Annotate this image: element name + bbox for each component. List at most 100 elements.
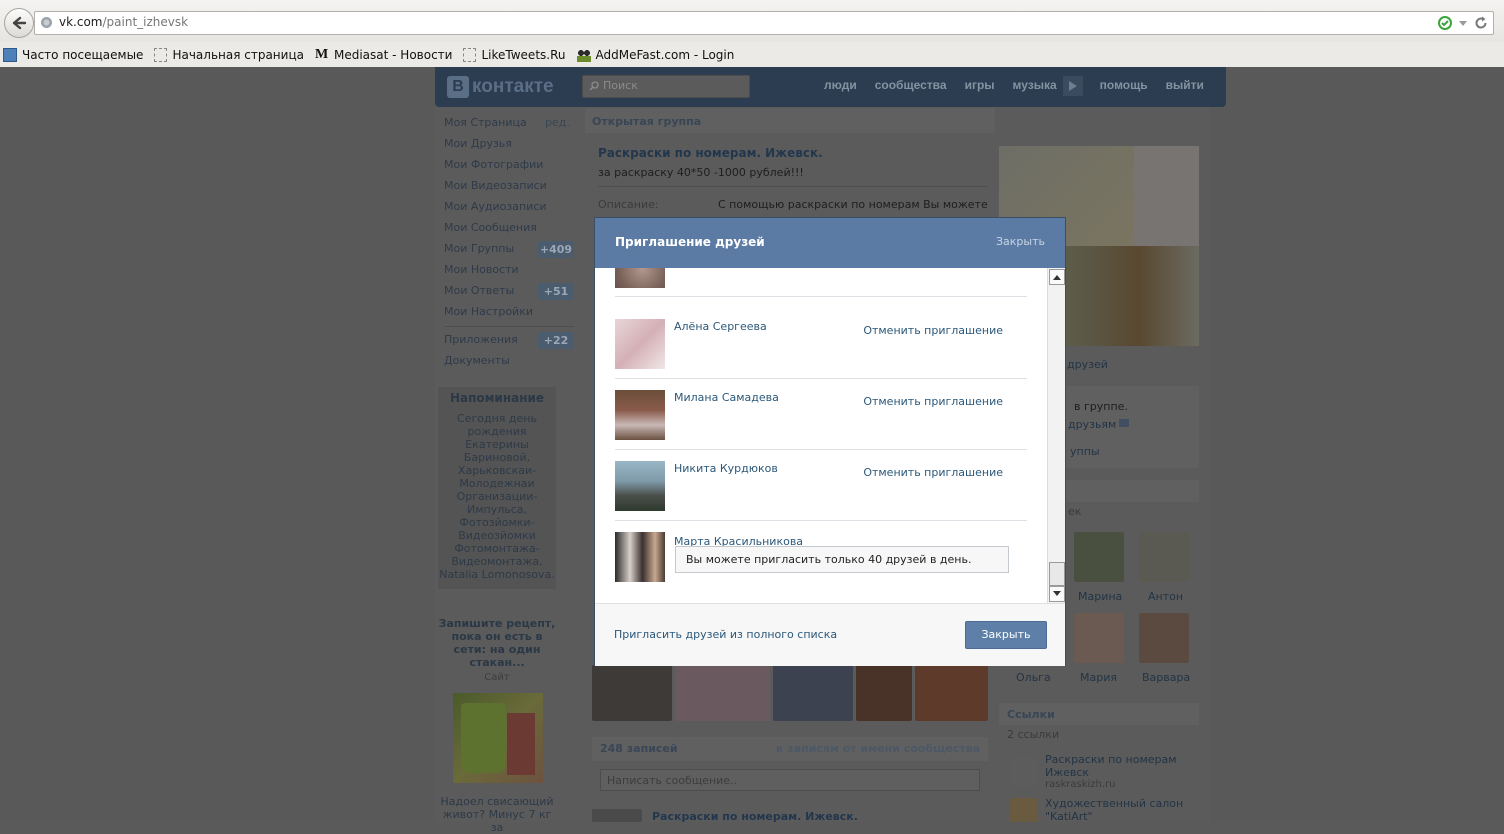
description-label: Описание: bbox=[598, 198, 659, 211]
album-photo[interactable] bbox=[592, 665, 672, 721]
member-avatar[interactable] bbox=[1074, 532, 1124, 582]
member-avatar[interactable] bbox=[1139, 532, 1189, 582]
posts-as-community-link[interactable]: к записям от имени сообщества bbox=[776, 742, 980, 755]
sidebar-my-audio[interactable]: Мои Аудиозаписи bbox=[444, 200, 547, 213]
sidebar-edit-link[interactable]: ред. bbox=[545, 116, 570, 129]
sidebar-my-videos[interactable]: Мои Видеозаписи bbox=[444, 179, 547, 192]
list-item: Милана Самадева Отменить приглашение bbox=[615, 379, 1027, 450]
album-photo[interactable] bbox=[675, 665, 770, 721]
reload-icon[interactable] bbox=[1473, 15, 1489, 31]
url-bar[interactable]: vk.com/paint_izhevsk bbox=[34, 11, 1494, 35]
dropdown-arrow-icon[interactable] bbox=[1458, 15, 1468, 31]
link-url: raskraskizh.ru bbox=[1045, 779, 1116, 790]
vk-logo[interactable]: В контакте bbox=[447, 75, 554, 99]
album-photo[interactable] bbox=[856, 665, 912, 721]
ad-image[interactable] bbox=[453, 693, 543, 783]
friend-avatar[interactable] bbox=[615, 461, 665, 511]
reminder-line: рождения bbox=[467, 425, 527, 438]
member-name[interactable]: Антон bbox=[1148, 590, 1183, 603]
post-avatar[interactable] bbox=[592, 809, 642, 822]
dialog-close-link[interactable]: Закрыть bbox=[996, 235, 1045, 248]
cancel-invite-button[interactable]: Отменить приглашение bbox=[863, 466, 1003, 479]
reminder-line: Екатерины bbox=[465, 438, 529, 451]
search-icon bbox=[589, 81, 599, 91]
scroll-thumb[interactable] bbox=[1049, 562, 1065, 586]
write-message-input[interactable]: Написать сообщение.. bbox=[600, 769, 980, 791]
bookmark-mediasat[interactable]: M Mediasat - Новости bbox=[312, 48, 452, 63]
reminder-line: Бариновой, bbox=[463, 451, 531, 464]
member-avatar[interactable] bbox=[1139, 613, 1189, 663]
back-button[interactable] bbox=[4, 8, 34, 38]
link-title-line2[interactable]: "KatiArt" bbox=[1045, 810, 1093, 823]
album-photo[interactable] bbox=[773, 665, 853, 721]
ad-title[interactable]: Запишите рецепт, пока он есть в сети: на о… bbox=[438, 617, 556, 669]
friends-list-scrollbar[interactable] bbox=[1047, 268, 1065, 603]
friend-name[interactable]: Никита Курдюков bbox=[674, 462, 778, 475]
group-type: Открытая группа bbox=[592, 115, 702, 128]
verified-check-icon bbox=[1437, 15, 1453, 31]
reminder-line: Импульса, bbox=[466, 503, 528, 516]
link-title[interactable]: Раскраски по номерам bbox=[1045, 753, 1177, 766]
groups-count-badge[interactable]: +409 bbox=[538, 241, 574, 258]
links-title: Ссылки bbox=[1007, 708, 1055, 721]
list-item bbox=[615, 268, 1027, 297]
sidebar-apps[interactable]: Приложения bbox=[444, 333, 518, 346]
bookmark-frequent[interactable]: Часто посещаемые bbox=[0, 48, 143, 62]
friend-avatar[interactable] bbox=[615, 268, 665, 288]
bookmark-addmefast[interactable]: AddMeFast.com - Login bbox=[574, 48, 734, 62]
url-text: vk.com/paint_izhevsk bbox=[59, 15, 188, 29]
ad-site-label[interactable]: Сайт bbox=[438, 672, 556, 683]
friend-avatar[interactable] bbox=[615, 319, 665, 369]
reminder-line: Организации- bbox=[456, 490, 538, 503]
sidebar-my-photos[interactable]: Мои Фотографии bbox=[444, 158, 543, 171]
link-title-line2[interactable]: Ижевск bbox=[1045, 766, 1089, 779]
friend-name[interactable]: Алёна Сергеева bbox=[674, 320, 767, 333]
member-avatar[interactable] bbox=[1074, 613, 1124, 663]
answers-count-badge[interactable]: +51 bbox=[538, 283, 574, 300]
scroll-up-button[interactable] bbox=[1049, 269, 1065, 285]
description-value: С помощью раскраски по номерам Вы можете bbox=[718, 198, 988, 211]
bookmark-liketweets[interactable]: LikeTweets.Ru bbox=[460, 48, 566, 62]
music-play-icon[interactable] bbox=[1062, 76, 1083, 96]
nav-music[interactable]: музыка bbox=[1004, 78, 1059, 96]
member-name[interactable]: Мария bbox=[1080, 671, 1117, 684]
vk-search-input[interactable]: Поиск bbox=[582, 75, 750, 98]
member-name[interactable]: Ольга bbox=[1016, 671, 1051, 684]
ad-title-line: стакан... bbox=[469, 656, 525, 669]
cancel-invite-button[interactable]: Отменить приглашение bbox=[863, 395, 1003, 408]
sidebar-my-groups[interactable]: Мои Группы bbox=[444, 242, 514, 255]
sidebar-my-messages[interactable]: Мои Сообщения bbox=[444, 221, 537, 234]
ad2-text[interactable]: Надоел свисающий живот? Минус 7 кг за bbox=[438, 795, 556, 834]
list-item: Марта Красильникова Вы можете пригласить… bbox=[615, 521, 1027, 591]
sidebar-my-news[interactable]: Мои Новости bbox=[444, 263, 519, 276]
post-author[interactable]: Раскраски по номерам. Ижевск. bbox=[652, 810, 858, 823]
member-name[interactable]: Варвара bbox=[1142, 671, 1190, 684]
sidebar-my-settings[interactable]: Мои Настройки bbox=[444, 305, 533, 318]
invite-friends-link[interactable]: друзей bbox=[1067, 358, 1108, 371]
friend-avatar[interactable] bbox=[615, 532, 665, 582]
nav-people[interactable]: люди bbox=[815, 78, 866, 96]
cancel-invite-button[interactable]: Отменить приглашение bbox=[863, 324, 1003, 337]
url-host: vk.com bbox=[59, 15, 103, 29]
apps-count-badge[interactable]: +22 bbox=[538, 332, 574, 349]
friend-avatar[interactable] bbox=[615, 390, 665, 440]
scroll-down-button[interactable] bbox=[1049, 586, 1065, 602]
nav-logout[interactable]: выйти bbox=[1157, 78, 1213, 96]
nav-games[interactable]: игры bbox=[956, 78, 1004, 96]
nav-communities[interactable]: сообщества bbox=[866, 78, 956, 96]
posts-bar: 248 записей к записям от имени сообществ… bbox=[592, 737, 988, 761]
sidebar-my-friends[interactable]: Мои Друзья bbox=[444, 137, 512, 150]
sidebar-documents[interactable]: Документы bbox=[444, 354, 510, 367]
friend-name[interactable]: Милана Самадева bbox=[674, 391, 779, 404]
nav-help[interactable]: помощь bbox=[1091, 78, 1157, 96]
site-identity-icon[interactable] bbox=[40, 16, 53, 29]
close-button[interactable]: Закрыть bbox=[965, 621, 1047, 649]
album-photo[interactable] bbox=[915, 665, 988, 721]
invite-from-full-list-link[interactable]: Пригласить друзей из полного списка bbox=[614, 628, 837, 641]
page-icon bbox=[463, 48, 477, 62]
sidebar-my-page[interactable]: Моя Страница bbox=[444, 116, 527, 129]
sidebar-my-answers[interactable]: Мои Ответы bbox=[444, 284, 514, 297]
link-title[interactable]: Художественный салон bbox=[1045, 797, 1183, 810]
bookmark-start-page[interactable]: Начальная страница bbox=[151, 48, 304, 62]
member-name[interactable]: Марина bbox=[1078, 590, 1122, 603]
